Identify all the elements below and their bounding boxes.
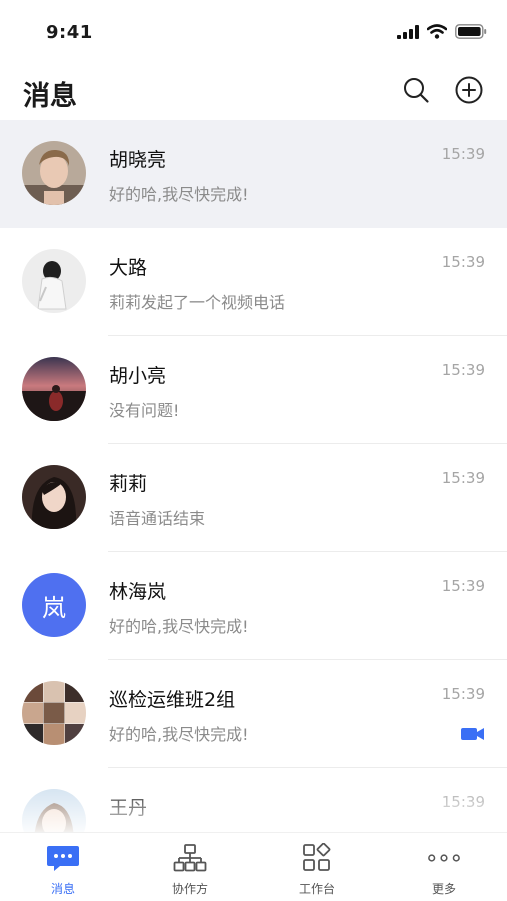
chat-name: 巡检运维班2组	[109, 689, 236, 711]
video-call-icon	[461, 726, 485, 746]
org-chart-icon	[173, 843, 207, 873]
add-button[interactable]	[453, 74, 485, 106]
chat-row[interactable]: 胡晓亮 好的哈,我尽快完成! 15:39	[0, 120, 507, 228]
add-circle-icon	[455, 76, 483, 104]
avatar	[22, 141, 86, 205]
avatar-initial: 岚	[42, 593, 66, 622]
tab-workbench[interactable]: 工作台	[254, 833, 380, 901]
chat-name: 王丹	[109, 797, 148, 819]
chat-row[interactable]: 岚 林海岚 好的哈,我尽快完成! 15:39	[0, 552, 507, 660]
signal-icon	[397, 24, 419, 39]
search-button[interactable]	[400, 74, 432, 106]
chat-preview: 好的哈,我尽快完成!	[109, 185, 249, 204]
wifi-icon	[427, 24, 447, 39]
chat-preview: 好的哈,我尽快完成!	[109, 617, 249, 636]
chat-name: 胡小亮	[109, 365, 167, 387]
chat-time: 15:39	[441, 145, 485, 163]
chat-row[interactable]: 莉莉 语音通话结束 15:39	[0, 444, 507, 552]
group-avatar	[22, 681, 86, 745]
chat-name: 莉莉	[109, 473, 148, 495]
header: 消息	[0, 60, 507, 120]
tab-label: 消息	[50, 882, 75, 896]
chat-time: 15:39	[441, 793, 485, 811]
tab-partners[interactable]: 协作方	[127, 833, 253, 901]
tab-label: 工作台	[298, 882, 335, 896]
chat-list: 胡晓亮 好的哈,我尽快完成! 15:39 大路 莉莉发起了一个视频电话 15:3…	[0, 120, 507, 832]
avatar	[22, 249, 86, 313]
tab-bar: 消息 协作方 工作台 更多	[0, 832, 507, 901]
page-title: 消息	[23, 81, 77, 112]
chat-row[interactable]: 巡检运维班2组 好的哈,我尽快完成! 15:39	[0, 660, 507, 768]
chat-preview: 好的哈,我尽快完成!	[109, 725, 249, 744]
avatar	[22, 357, 86, 421]
tab-messages[interactable]: 消息	[0, 833, 126, 901]
chat-preview: 没有问题!	[109, 401, 180, 420]
chat-row[interactable]: 王丹 15:39	[0, 768, 507, 832]
chat-time: 15:39	[441, 253, 485, 271]
status-time: 9:41	[46, 22, 93, 43]
chat-row[interactable]: 胡小亮 没有问题! 15:39	[0, 336, 507, 444]
chat-row[interactable]: 大路 莉莉发起了一个视频电话 15:39	[0, 228, 507, 336]
chat-preview: 莉莉发起了一个视频电话	[109, 293, 286, 312]
chat-preview: 语音通话结束	[109, 509, 206, 528]
avatar	[22, 789, 86, 832]
tab-label: 更多	[431, 882, 456, 896]
tab-label: 协作方	[171, 882, 208, 896]
chat-name: 大路	[109, 257, 148, 279]
apps-grid-icon	[300, 843, 334, 873]
tab-more[interactable]: 更多	[381, 833, 507, 901]
avatar: 岚	[22, 573, 86, 637]
chat-time: 15:39	[441, 685, 485, 703]
more-dots-icon	[427, 843, 461, 873]
chat-time: 15:39	[441, 469, 485, 487]
status-bar: 9:41	[0, 0, 507, 60]
chat-time: 15:39	[441, 361, 485, 379]
search-icon	[404, 78, 429, 103]
chat-name: 林海岚	[109, 581, 167, 603]
status-icons	[397, 24, 487, 39]
chat-icon	[46, 843, 80, 873]
chat-time: 15:39	[441, 577, 485, 595]
battery-icon	[455, 24, 487, 39]
avatar	[22, 465, 86, 529]
chat-name: 胡晓亮	[109, 149, 167, 171]
